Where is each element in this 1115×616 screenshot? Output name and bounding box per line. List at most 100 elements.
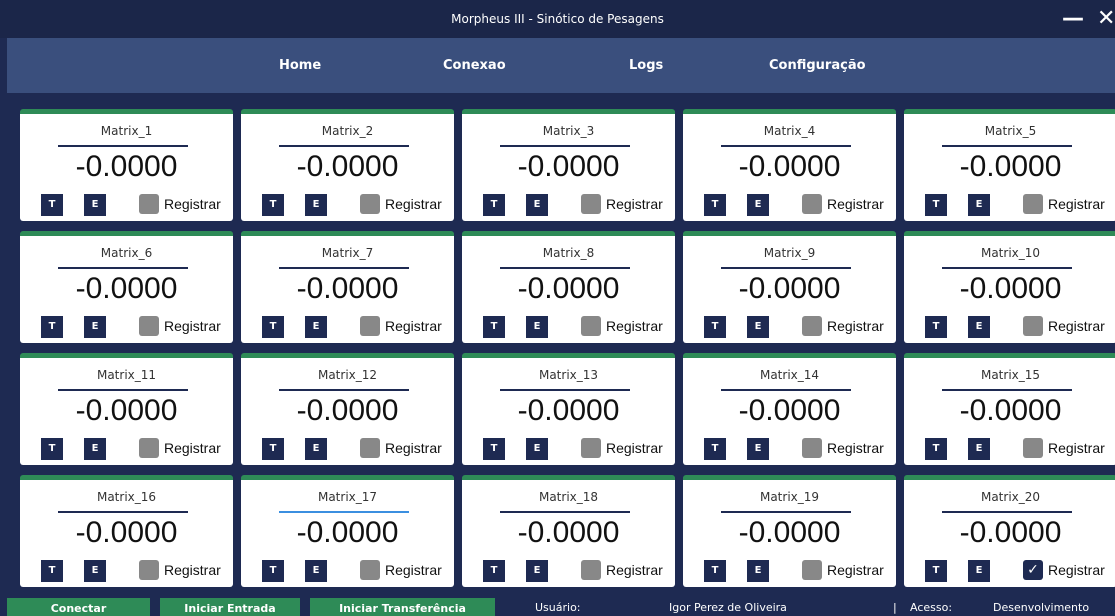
tare-button[interactable]: T — [41, 438, 63, 460]
entry-button[interactable]: E — [305, 316, 327, 338]
close-icon[interactable]: ✕ — [1091, 0, 1115, 38]
tare-button[interactable]: T — [483, 560, 505, 582]
start-entry-button[interactable]: Iniciar Entrada — [160, 598, 300, 616]
matrix-name[interactable]: Matrix_11 — [20, 368, 233, 382]
register-checkbox[interactable] — [139, 316, 159, 336]
tare-button[interactable]: T — [41, 316, 63, 338]
matrix-name[interactable]: Matrix_17 — [241, 490, 454, 504]
status-bar: Conectar Iniciar Entrada Iniciar Transfe… — [0, 598, 1115, 616]
entry-button[interactable]: E — [526, 316, 548, 338]
entry-button[interactable]: E — [84, 316, 106, 338]
entry-button[interactable]: E — [84, 194, 106, 216]
matrix-name[interactable]: Matrix_13 — [462, 368, 675, 382]
entry-button[interactable]: E — [84, 560, 106, 582]
matrix-card: Matrix_4 -0.0000 T E Registrar — [683, 109, 896, 221]
register-checkbox[interactable] — [360, 316, 380, 336]
tare-button[interactable]: T — [262, 316, 284, 338]
matrix-name[interactable]: Matrix_1 — [20, 124, 233, 138]
matrix-name[interactable]: Matrix_16 — [20, 490, 233, 504]
matrix-name[interactable]: Matrix_4 — [683, 124, 896, 138]
matrix-name[interactable]: Matrix_2 — [241, 124, 454, 138]
tare-button[interactable]: T — [262, 438, 284, 460]
matrix-name[interactable]: Matrix_15 — [904, 368, 1115, 382]
matrix-name[interactable]: Matrix_8 — [462, 246, 675, 260]
entry-button[interactable]: E — [968, 316, 990, 338]
entry-button[interactable]: E — [305, 560, 327, 582]
tare-button[interactable]: T — [925, 194, 947, 216]
matrix-name[interactable]: Matrix_9 — [683, 246, 896, 260]
matrix-card: Matrix_8 -0.0000 T E Registrar — [462, 231, 675, 343]
entry-button[interactable]: E — [747, 438, 769, 460]
entry-button[interactable]: E — [968, 194, 990, 216]
tare-button[interactable]: T — [704, 438, 726, 460]
matrix-name[interactable]: Matrix_20 — [904, 490, 1115, 504]
register-checkbox[interactable] — [802, 560, 822, 580]
matrix-name[interactable]: Matrix_12 — [241, 368, 454, 382]
tare-button[interactable]: T — [41, 194, 63, 216]
matrix-name[interactable]: Matrix_6 — [20, 246, 233, 260]
tare-button[interactable]: T — [41, 560, 63, 582]
matrix-name[interactable]: Matrix_5 — [904, 124, 1115, 138]
register-checkbox[interactable] — [581, 438, 601, 458]
tare-button[interactable]: T — [483, 438, 505, 460]
register-checkbox[interactable] — [360, 560, 380, 580]
nav-configuracao[interactable]: Configuração — [769, 38, 866, 93]
minimize-icon[interactable]: — — [1055, 0, 1091, 38]
tare-button[interactable]: T — [704, 560, 726, 582]
nav-home[interactable]: Home — [279, 38, 321, 93]
entry-button[interactable]: E — [747, 194, 769, 216]
register-checkbox[interactable]: ✓ — [1023, 560, 1043, 580]
tare-button[interactable]: T — [704, 194, 726, 216]
tare-button[interactable]: T — [262, 560, 284, 582]
entry-button[interactable]: E — [305, 194, 327, 216]
tare-button[interactable]: T — [262, 194, 284, 216]
register-checkbox[interactable] — [1023, 194, 1043, 214]
tare-button[interactable]: T — [925, 438, 947, 460]
matrix-name-underline — [942, 389, 1072, 391]
register-checkbox[interactable] — [581, 316, 601, 336]
connect-button[interactable]: Conectar — [7, 598, 150, 616]
register-checkbox[interactable] — [139, 438, 159, 458]
entry-button[interactable]: E — [968, 560, 990, 582]
register-checkbox[interactable] — [581, 560, 601, 580]
start-transfer-button[interactable]: Iniciar Transferência — [310, 598, 495, 616]
tare-button[interactable]: T — [704, 316, 726, 338]
weight-value: -0.0000 — [296, 394, 399, 427]
register-checkbox[interactable] — [139, 560, 159, 580]
entry-button[interactable]: E — [305, 438, 327, 460]
nav-logs[interactable]: Logs — [629, 38, 663, 93]
register-checkbox[interactable] — [1023, 316, 1043, 336]
entry-button[interactable]: E — [747, 560, 769, 582]
entry-button[interactable]: E — [84, 438, 106, 460]
register-checkbox[interactable] — [802, 438, 822, 458]
matrix-name[interactable]: Matrix_14 — [683, 368, 896, 382]
matrix-name[interactable]: Matrix_10 — [904, 246, 1115, 260]
matrix-name[interactable]: Matrix_19 — [683, 490, 896, 504]
weight-value: -0.0000 — [959, 516, 1062, 549]
tare-button[interactable]: T — [925, 560, 947, 582]
register-checkbox[interactable] — [802, 316, 822, 336]
register-checkbox[interactable] — [802, 194, 822, 214]
matrix-name[interactable]: Matrix_7 — [241, 246, 454, 260]
entry-button[interactable]: E — [747, 316, 769, 338]
register-label: Registrar — [606, 562, 663, 578]
matrix-name[interactable]: Matrix_18 — [462, 490, 675, 504]
register-label: Registrar — [1048, 196, 1105, 212]
matrix-card: Matrix_20 -0.0000 T E ✓ Registrar — [904, 475, 1115, 587]
entry-button[interactable]: E — [968, 438, 990, 460]
tare-button[interactable]: T — [483, 316, 505, 338]
register-checkbox[interactable] — [581, 194, 601, 214]
register-checkbox[interactable] — [360, 194, 380, 214]
tare-button[interactable]: T — [483, 194, 505, 216]
matrix-card: Matrix_15 -0.0000 T E Registrar — [904, 353, 1115, 465]
register-checkbox[interactable] — [360, 438, 380, 458]
matrix-name[interactable]: Matrix_3 — [462, 124, 675, 138]
entry-button[interactable]: E — [526, 438, 548, 460]
nav-conexao[interactable]: Conexao — [443, 38, 506, 93]
entry-button[interactable]: E — [526, 560, 548, 582]
register-checkbox[interactable] — [1023, 438, 1043, 458]
tare-button[interactable]: T — [925, 316, 947, 338]
register-label: Registrar — [827, 196, 884, 212]
entry-button[interactable]: E — [526, 194, 548, 216]
register-checkbox[interactable] — [139, 194, 159, 214]
